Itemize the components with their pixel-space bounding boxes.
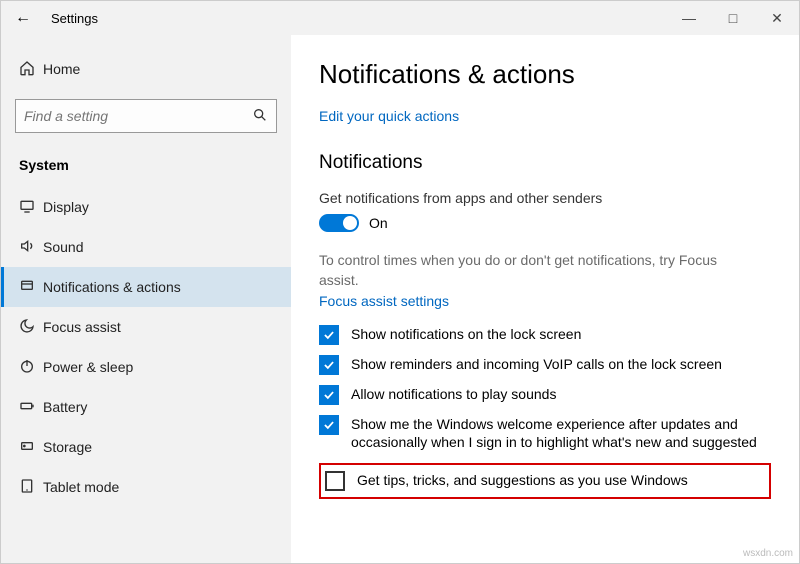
sidebar-item-label: Battery	[43, 399, 87, 415]
main-content: Notifications & actions Edit your quick …	[291, 35, 799, 563]
sidebar-item-label: Notifications & actions	[43, 279, 181, 295]
section-label: System	[1, 149, 291, 187]
sidebar-item-label: Storage	[43, 439, 92, 455]
toggle-state-label: On	[369, 215, 388, 231]
storage-icon	[19, 438, 43, 457]
maximize-button[interactable]: □	[711, 10, 755, 26]
home-nav[interactable]: Home	[1, 49, 291, 89]
checkbox-label: Show notifications on the lock screen	[351, 325, 581, 343]
home-icon	[19, 60, 43, 79]
toggle-switch-icon	[319, 214, 359, 232]
tablet-icon	[19, 478, 43, 497]
focus-assist-settings-link[interactable]: Focus assist settings	[319, 293, 771, 309]
checkbox-icon	[319, 355, 339, 375]
sidebar-item-tablet-mode[interactable]: Tablet mode	[1, 467, 291, 507]
sidebar-item-focus-assist[interactable]: Focus assist	[1, 307, 291, 347]
sidebar-item-display[interactable]: Display	[1, 187, 291, 227]
sidebar-item-label: Power & sleep	[43, 359, 133, 375]
back-button[interactable]: ←	[1, 9, 45, 27]
checkbox-icon	[319, 325, 339, 345]
sidebar-item-storage[interactable]: Storage	[1, 427, 291, 467]
page-title: Notifications & actions	[319, 59, 771, 90]
close-button[interactable]: ✕	[755, 10, 799, 27]
sidebar-item-battery[interactable]: Battery	[1, 387, 291, 427]
minimize-button[interactable]: —	[667, 10, 711, 26]
display-icon	[19, 198, 43, 217]
battery-icon	[19, 398, 43, 417]
sidebar-item-label: Focus assist	[43, 319, 121, 335]
toggle-description: Get notifications from apps and other se…	[319, 190, 771, 206]
power-icon	[19, 358, 43, 377]
notifications-subheading: Notifications	[319, 152, 771, 174]
checkbox-voip-reminders[interactable]: Show reminders and incoming VoIP calls o…	[319, 355, 771, 375]
sound-icon	[19, 238, 43, 257]
sidebar: Home System Display Sound Notifications …	[1, 35, 291, 563]
focus-assist-icon	[19, 318, 43, 337]
home-label: Home	[43, 61, 80, 77]
sidebar-item-label: Tablet mode	[43, 479, 119, 495]
edit-quick-actions-link[interactable]: Edit your quick actions	[319, 108, 771, 124]
checkbox-label: Get tips, tricks, and suggestions as you…	[357, 471, 688, 489]
titlebar: ← Settings — □ ✕	[1, 1, 799, 35]
sidebar-item-sound[interactable]: Sound	[1, 227, 291, 267]
checkbox-tips-tricks[interactable]: Get tips, tricks, and suggestions as you…	[319, 463, 771, 499]
checkbox-lock-screen-notifications[interactable]: Show notifications on the lock screen	[319, 325, 771, 345]
sidebar-item-notifications[interactable]: Notifications & actions	[1, 267, 291, 307]
checkbox-icon	[319, 415, 339, 435]
checkbox-label: Show reminders and incoming VoIP calls o…	[351, 355, 722, 373]
watermark: wsxdn.com	[743, 548, 793, 559]
search-input[interactable]	[24, 108, 252, 124]
checkbox-play-sounds[interactable]: Allow notifications to play sounds	[319, 385, 771, 405]
window-title: Settings	[45, 11, 667, 26]
focus-assist-hint: To control times when you do or don't ge…	[319, 250, 739, 291]
notifications-toggle[interactable]: On	[319, 214, 771, 232]
checkbox-label: Show me the Windows welcome experience a…	[351, 415, 771, 451]
checkbox-list: Show notifications on the lock screen Sh…	[319, 325, 771, 499]
checkbox-icon	[325, 471, 345, 491]
checkbox-welcome-experience[interactable]: Show me the Windows welcome experience a…	[319, 415, 771, 451]
search-box[interactable]	[15, 99, 277, 133]
search-icon	[252, 107, 268, 126]
sidebar-item-power[interactable]: Power & sleep	[1, 347, 291, 387]
notifications-icon	[19, 278, 43, 297]
sidebar-item-label: Sound	[43, 239, 83, 255]
checkbox-label: Allow notifications to play sounds	[351, 385, 556, 403]
sidebar-item-label: Display	[43, 199, 89, 215]
checkbox-icon	[319, 385, 339, 405]
